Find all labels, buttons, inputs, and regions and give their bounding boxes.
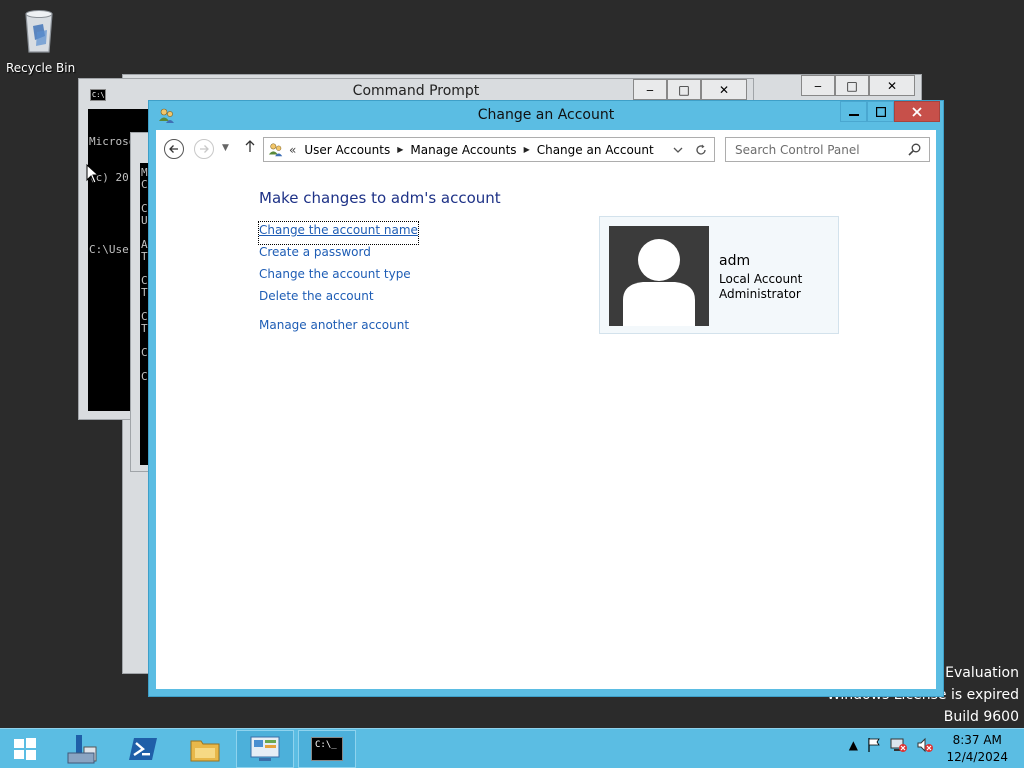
folder-icon — [190, 740, 220, 762]
window-client-area: ▼ « User Accounts ▶ Manage Accounts ▶ Ch… — [156, 130, 936, 689]
mouse-cursor-icon — [86, 164, 100, 184]
minimize-icon — [848, 113, 859, 116]
create-password-link[interactable]: Create a password — [259, 244, 418, 266]
control-panel-icon — [250, 736, 280, 761]
search-icon[interactable] — [908, 143, 921, 156]
account-card: adm Local Account Administrator — [599, 216, 839, 334]
user-silhouette-icon — [623, 239, 695, 326]
recycle-bin-label: Recycle Bin — [6, 61, 76, 75]
breadcrumb-separator-icon[interactable]: ▶ — [524, 145, 530, 154]
clock-date: 12/4/2024 — [946, 750, 1008, 764]
close-button[interactable]: ✕ — [869, 75, 915, 96]
window-title: Change an Account — [477, 107, 615, 123]
clock-time: 8:37 AM — [952, 733, 1002, 747]
console-char: U — [141, 214, 148, 227]
file-explorer-button[interactable] — [176, 730, 234, 768]
flag-icon[interactable] — [866, 737, 882, 753]
search-box[interactable] — [725, 137, 930, 162]
watermark-line-3: Build 9600 — [943, 709, 1019, 725]
speaker-muted-icon[interactable] — [916, 737, 934, 753]
taskbar: C:\_ ▲ 8:37 AM 12/4/2024 — [0, 728, 1024, 768]
navigation-row: ▼ « User Accounts ▶ Manage Accounts ▶ Ch… — [156, 134, 936, 164]
recycle-bin-shortcut[interactable]: Recycle Bin — [6, 6, 76, 75]
account-role: Administrator — [719, 287, 801, 301]
breadcrumb-change-account[interactable]: Change an Account — [537, 143, 654, 157]
console-char: C — [141, 178, 148, 191]
window-controls — [840, 101, 940, 122]
up-button[interactable] — [244, 139, 256, 157]
avatar — [609, 226, 709, 326]
breadcrumb-overflow[interactable]: « — [289, 143, 296, 157]
breadcrumb-user-accounts[interactable]: User Accounts — [304, 143, 390, 157]
forward-arrow-icon — [200, 145, 209, 153]
address-bar-tools — [673, 144, 714, 156]
cmd-maximize-button[interactable]: □ — [667, 79, 701, 100]
powershell-button[interactable] — [114, 730, 172, 768]
manage-another-account-link[interactable]: Manage another account — [259, 317, 418, 339]
minimize-button[interactable] — [840, 101, 867, 122]
up-arrow-icon — [245, 140, 255, 152]
powershell-icon — [129, 738, 157, 760]
recent-pages-dropdown[interactable]: ▼ — [222, 143, 229, 153]
system-tray: ▲ — [849, 737, 934, 753]
start-button[interactable] — [0, 730, 50, 768]
account-type: Local Account — [719, 272, 803, 286]
page-title: Make changes to adm's account — [259, 189, 501, 207]
refresh-icon[interactable] — [695, 144, 707, 156]
console-char: T — [141, 286, 148, 299]
delete-account-link[interactable]: Delete the account — [259, 288, 418, 310]
maximize-button[interactable] — [867, 101, 894, 122]
clock[interactable]: 8:37 AM 12/4/2024 — [946, 732, 1008, 766]
chevron-down-icon[interactable] — [673, 146, 683, 154]
network-error-icon[interactable] — [890, 737, 908, 753]
search-input[interactable] — [735, 142, 905, 157]
command-prompt-taskbar-button[interactable]: C:\_ — [298, 730, 356, 768]
console-char: T — [141, 250, 148, 263]
control-panel-taskbar-button[interactable] — [236, 730, 294, 768]
back-button[interactable] — [164, 139, 184, 159]
console-char: C — [141, 370, 148, 383]
background-window-controls: ‒ □ ✕ — [801, 75, 915, 96]
change-account-type-link[interactable]: Change the account type — [259, 266, 418, 288]
server-manager-icon — [67, 735, 97, 764]
cmd-icon: C:\_ — [311, 737, 343, 761]
maximize-button[interactable]: □ — [835, 75, 869, 96]
forward-button[interactable] — [194, 139, 214, 159]
back-arrow-icon — [169, 145, 178, 153]
console-char: T — [141, 322, 148, 335]
server-manager-button[interactable] — [52, 730, 110, 768]
address-bar[interactable]: « User Accounts ▶ Manage Accounts ▶ Chan… — [263, 137, 715, 162]
cmd-minimize-button[interactable]: ‒ — [633, 79, 667, 100]
change-account-name-link[interactable]: Change the account name — [258, 221, 419, 245]
windows-logo-icon — [14, 738, 36, 760]
change-account-window[interactable]: Change an Account ▼ « User Accounts ▶ Ma… — [148, 100, 944, 697]
account-name: adm — [719, 253, 751, 269]
cmd-close-button[interactable]: ✕ — [701, 79, 747, 100]
recycle-bin-icon — [25, 10, 53, 53]
maximize-icon — [875, 106, 886, 117]
minimize-button[interactable]: ‒ — [801, 75, 835, 96]
close-button[interactable] — [894, 101, 940, 122]
account-task-links: Change the account name Create a passwor… — [258, 221, 419, 339]
breadcrumb-separator-icon[interactable]: ▶ — [397, 145, 403, 154]
cmd-window-controls: ‒ □ ✕ — [633, 79, 747, 100]
close-icon — [912, 106, 922, 117]
user-accounts-icon — [268, 143, 283, 156]
console-char: C — [141, 346, 148, 359]
breadcrumb-manage-accounts[interactable]: Manage Accounts — [410, 143, 516, 157]
show-hidden-icons-button[interactable]: ▲ — [849, 738, 858, 752]
